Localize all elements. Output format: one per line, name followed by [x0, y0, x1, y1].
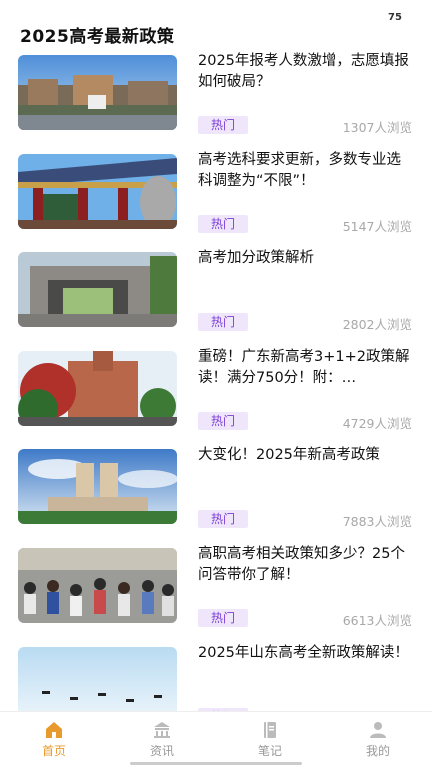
view-count: 4729人浏览 [342, 415, 412, 431]
article-list: 2025年报考人数激增，志愿填报如何破局？ 热门 1307人浏览 高考选科要求更… [0, 53, 432, 745]
article-card[interactable]: 高考选科要求更新，多数专业选科调整为“不限”！ 热门 5147人浏览 [0, 152, 432, 253]
hot-badge: 热门 [198, 411, 248, 430]
article-thumbnail [18, 547, 177, 623]
view-count: 7883人浏览 [342, 514, 412, 530]
user-icon [370, 722, 386, 738]
page-title: 2025高考最新政策 [20, 27, 175, 47]
article-card[interactable]: 大变化！2025年新高考政策 热门 7883人浏览 [0, 447, 432, 548]
hot-badge: 热门 [198, 313, 248, 332]
tab-label: 笔记 [257, 744, 282, 758]
article-thumbnail [18, 350, 177, 426]
article-card[interactable]: 2025年报考人数激增，志愿填报如何破局？ 热门 1307人浏览 [0, 53, 432, 154]
tab-label: 我的 [365, 744, 390, 758]
article-title[interactable]: 2025年山东高考全新政策解读！ [198, 643, 414, 664]
article-title[interactable]: 大变化！2025年新高考政策 [198, 445, 414, 466]
tab-label: 资讯 [149, 744, 174, 758]
tab-notes[interactable]: 笔记 [230, 720, 310, 759]
hot-badge: 热门 [198, 214, 248, 233]
tab-home[interactable]: 首页 [14, 720, 94, 759]
article-card[interactable]: 重磅！广东新高考3+1+2政策解读！满分750分！附：… 热门 4729人浏览 [0, 349, 432, 450]
tab-news[interactable]: 资讯 [122, 720, 202, 759]
hot-badge: 热门 [198, 116, 248, 134]
view-count: 1307人浏览 [342, 120, 412, 135]
notebook-icon [264, 722, 276, 738]
article-title[interactable]: 高职高考相关政策知多少？25个问答带你了解！ [198, 544, 414, 586]
hot-badge: 热门 [198, 510, 248, 529]
view-count: 6613人浏览 [342, 612, 412, 628]
article-thumbnail [18, 55, 177, 130]
article-title[interactable]: 高考加分政策解析 [198, 248, 414, 269]
home-icon [46, 722, 62, 738]
article-title[interactable]: 2025年报考人数激增，志愿填报如何破局？ [198, 51, 414, 93]
article-thumbnail [18, 153, 177, 229]
article-card[interactable]: 高考加分政策解析 热门 2802人浏览 [0, 250, 432, 351]
article-title[interactable]: 重磅！广东新高考3+1+2政策解读！满分750分！附：… [198, 347, 414, 389]
article-thumbnail [18, 252, 177, 328]
view-count: 2802人浏览 [342, 317, 412, 333]
bottom-tab-bar: 首页 资讯 笔记 我的 [0, 711, 432, 768]
status-indicator: 75 [388, 12, 402, 23]
view-count: 5147人浏览 [342, 218, 412, 234]
home-indicator [130, 762, 302, 765]
article-title[interactable]: 高考选科要求更新，多数专业选科调整为“不限”！ [198, 150, 414, 192]
news-icon [154, 722, 170, 738]
article-thumbnail [18, 449, 177, 525]
hot-badge: 热门 [198, 608, 248, 627]
article-card[interactable]: 高职高考相关政策知多少？25个问答带你了解！ 热门 6613人浏览 [0, 546, 432, 647]
tab-profile[interactable]: 我的 [338, 720, 418, 759]
tab-label: 首页 [41, 744, 66, 758]
